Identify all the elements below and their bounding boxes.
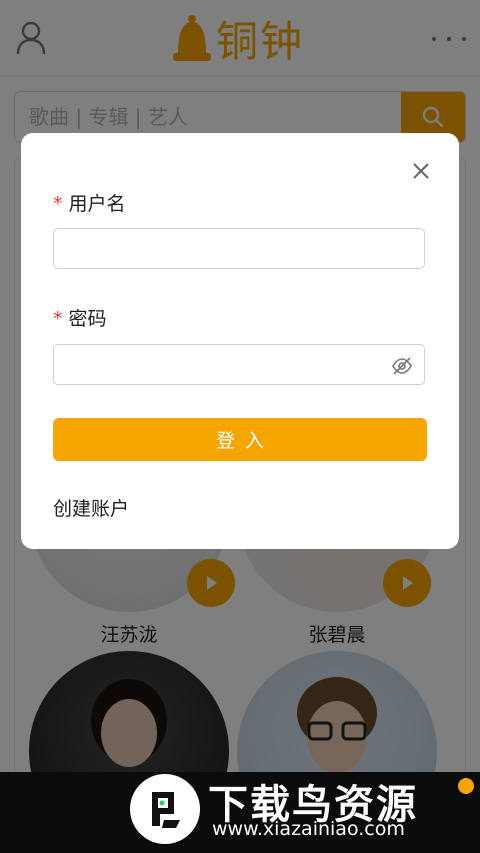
password-input[interactable] [53, 344, 425, 385]
login-dialog: * 用户名 * 密码 登入 创建账户 [21, 133, 459, 549]
notification-dot [458, 778, 474, 794]
required-mark: * [53, 193, 63, 215]
close-icon [413, 163, 429, 179]
login-button[interactable]: 登入 [53, 418, 427, 461]
eye-off-icon[interactable] [391, 355, 413, 377]
bird-logo-icon [130, 774, 200, 844]
close-button[interactable] [409, 159, 433, 183]
username-label: * 用户名 [53, 189, 126, 216]
username-label-text: 用户名 [68, 193, 126, 215]
watermark-banner: 下载鸟资源 www.xiazainiao.com [0, 772, 480, 853]
username-input[interactable] [53, 228, 425, 269]
password-label: * 密码 [53, 304, 107, 331]
password-label-text: 密码 [68, 308, 107, 330]
required-mark: * [53, 308, 63, 330]
create-account-link[interactable]: 创建账户 [53, 494, 129, 521]
watermark-url: www.xiazainiao.com [212, 818, 405, 840]
